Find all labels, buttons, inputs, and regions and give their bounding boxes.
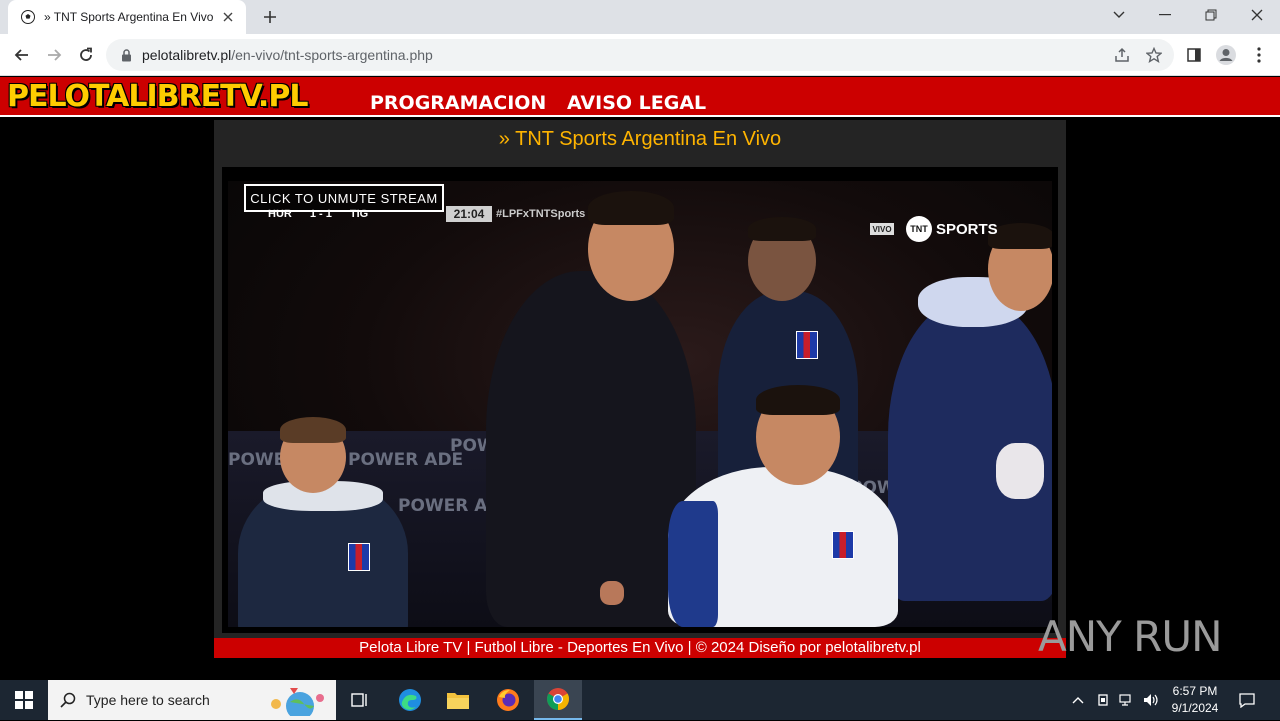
search-placeholder: Type here to search bbox=[86, 692, 210, 708]
hair bbox=[756, 385, 840, 415]
browser-toolbar: pelotalibretv.pl/en-vivo/tnt-sports-arge… bbox=[0, 34, 1280, 76]
soccer-ball-icon bbox=[20, 9, 36, 25]
taskbar-clock[interactable]: 6:57 PM 9/1/2024 bbox=[1160, 680, 1230, 720]
unmute-stream-button[interactable]: CLICK TO UNMUTE STREAM bbox=[244, 184, 444, 212]
web-page: PELOTALIBRETV.PL PROGRAMACION AVISO LEGA… bbox=[0, 77, 1280, 680]
video-frame: POWER ADE POWER ADE POWER ADE POWER ADE … bbox=[228, 181, 1052, 627]
network-icon[interactable] bbox=[1116, 680, 1138, 720]
task-view-icon[interactable] bbox=[336, 680, 384, 720]
url-path: /en-vivo/tnt-sports-argentina.php bbox=[231, 47, 433, 63]
tab-search-icon[interactable] bbox=[1096, 0, 1142, 30]
reload-button[interactable] bbox=[72, 41, 100, 69]
bookmark-star-icon[interactable] bbox=[1140, 41, 1168, 69]
restore-button[interactable] bbox=[1188, 0, 1234, 30]
tnt-mark: TNT bbox=[906, 216, 932, 242]
club-crest bbox=[832, 531, 854, 559]
blue-sleeve bbox=[668, 501, 718, 627]
chrome-icon[interactable] bbox=[534, 680, 582, 720]
close-tab-icon[interactable] bbox=[220, 9, 236, 25]
search-icon bbox=[60, 692, 76, 708]
anyrun-watermark: ANY RUN bbox=[1038, 612, 1222, 661]
live-badge: VIVO bbox=[870, 223, 894, 235]
clock-time: 6:57 PM bbox=[1172, 684, 1218, 698]
side-panel-icon[interactable] bbox=[1180, 41, 1208, 69]
device-icon[interactable] bbox=[1092, 680, 1114, 720]
earth-decoration-icon bbox=[260, 684, 330, 721]
lock-icon[interactable] bbox=[118, 47, 134, 63]
watermark-text: ANY RUN bbox=[1038, 612, 1222, 661]
site-footer: Pelota Libre TV | Futbol Libre - Deporte… bbox=[214, 638, 1066, 658]
board-text: POWER ADE bbox=[348, 450, 464, 470]
tray-chevron-up-icon[interactable] bbox=[1068, 680, 1088, 720]
video-player[interactable]: POWER ADE POWER ADE POWER ADE POWER ADE … bbox=[222, 167, 1058, 633]
taskbar-search-box[interactable]: Type here to search bbox=[48, 680, 336, 720]
share-icon[interactable] bbox=[1108, 41, 1136, 69]
forward-button[interactable] bbox=[40, 41, 68, 69]
close-window-button[interactable] bbox=[1234, 0, 1280, 30]
windows-logo-icon bbox=[15, 691, 33, 709]
site-logo[interactable]: PELOTALIBRETV.PL bbox=[7, 79, 308, 114]
tnt-sports-logo: TNT SPORTS bbox=[906, 216, 998, 242]
club-crest bbox=[796, 331, 818, 359]
channel-name: SPORTS bbox=[936, 220, 998, 238]
minimize-button[interactable] bbox=[1142, 0, 1188, 30]
clock-date: 9/1/2024 bbox=[1171, 701, 1219, 715]
back-button[interactable] bbox=[8, 41, 36, 69]
profile-avatar-icon[interactable] bbox=[1212, 41, 1240, 69]
start-button[interactable] bbox=[0, 680, 48, 720]
content-panel: » TNT Sports Argentina En Vivo POWER ADE… bbox=[214, 120, 1066, 638]
edge-browser-icon[interactable] bbox=[386, 680, 434, 720]
coach-in-suit bbox=[486, 271, 696, 627]
url-text: pelotalibretv.pl/en-vivo/tnt-sports-arge… bbox=[142, 47, 433, 63]
broadcast-hashtag: #LPFxTNTSports bbox=[496, 208, 586, 220]
menu-kebab-icon[interactable] bbox=[1245, 41, 1273, 69]
club-crest bbox=[348, 543, 370, 571]
new-tab-button[interactable] bbox=[258, 6, 282, 28]
firefox-icon[interactable] bbox=[484, 680, 532, 720]
match-clock: 21:04 bbox=[446, 206, 492, 222]
clasped-hands bbox=[996, 443, 1044, 499]
menu-aviso-legal[interactable]: AVISO LEGAL bbox=[567, 92, 706, 114]
hair bbox=[588, 191, 674, 225]
page-title: » TNT Sports Argentina En Vivo bbox=[498, 128, 782, 150]
browser-tab[interactable]: » TNT Sports Argentina En Vivo | bbox=[8, 0, 246, 34]
file-explorer-icon[interactable] bbox=[434, 680, 482, 720]
site-header: PELOTALIBRETV.PL PROGRAMACION AVISO LEGA… bbox=[0, 77, 1280, 117]
hair bbox=[748, 217, 816, 241]
menu-programacion[interactable]: PROGRAMACION bbox=[370, 92, 546, 114]
windows-taskbar: Type here to search 6:57 PM 9/1/2024 bbox=[0, 680, 1280, 720]
volume-icon[interactable] bbox=[1140, 680, 1162, 720]
tab-title: » TNT Sports Argentina En Vivo | bbox=[44, 10, 214, 24]
address-bar[interactable]: pelotalibretv.pl/en-vivo/tnt-sports-arge… bbox=[106, 39, 1174, 71]
notifications-icon[interactable] bbox=[1232, 680, 1262, 720]
tab-strip: » TNT Sports Argentina En Vivo | bbox=[0, 0, 1280, 34]
url-host: pelotalibretv.pl bbox=[142, 47, 232, 63]
hair bbox=[280, 417, 346, 443]
hand bbox=[600, 581, 624, 605]
